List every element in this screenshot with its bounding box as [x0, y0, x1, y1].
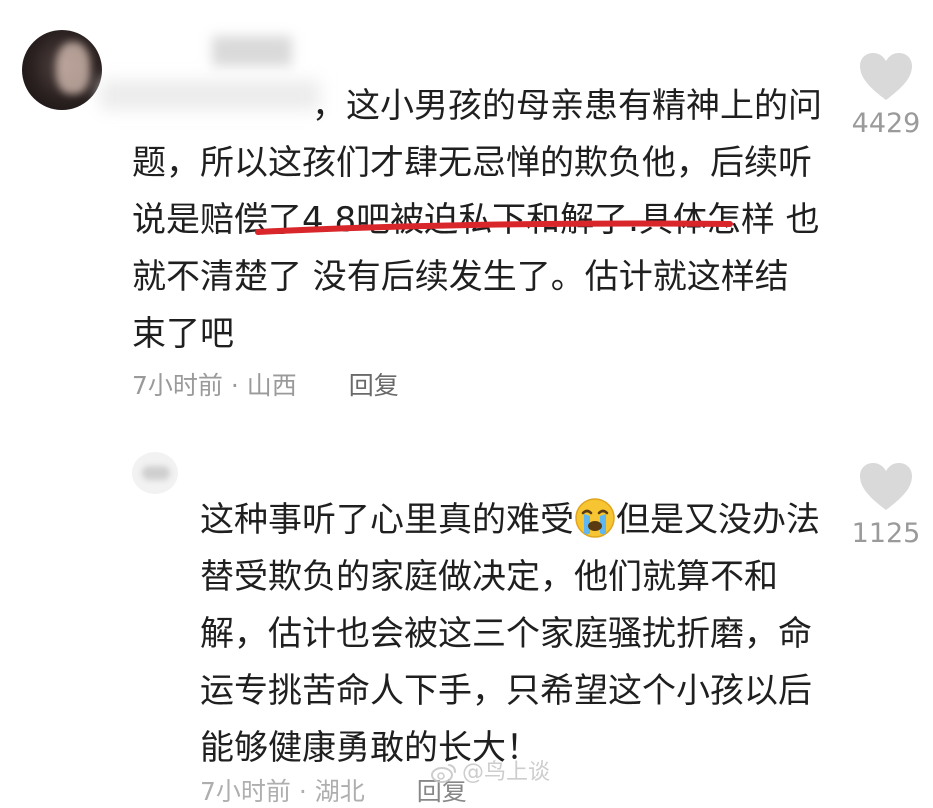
comment-text: 这种事听了心里真的难受 但是又没办法替受欺负的家庭做决定，他们就算不和解，估计也…	[200, 492, 830, 777]
crying-face-emoji-icon	[575, 498, 615, 538]
avatar[interactable]	[132, 452, 178, 494]
heart-icon[interactable]	[858, 462, 914, 512]
comment-location: 湖北	[314, 777, 365, 806]
username-blurred[interactable]	[212, 36, 292, 66]
like-count: 1125	[851, 518, 921, 549]
comment-text-part-2: 但是又没办法替受欺负的家庭做决定，他们就算不和解，估计也会被这三个家庭骚扰折磨，…	[200, 500, 820, 768]
like-count: 4429	[851, 108, 921, 139]
reply-button[interactable]: 回复	[349, 371, 399, 400]
comment-card-2: 这种事听了心里真的难受 但是又没办法替受欺负的家庭做决定，他们就算不和解，估计也…	[0, 440, 933, 806]
watermark-text: @鸟上谈	[462, 760, 551, 785]
like-button[interactable]: 4429	[846, 52, 926, 139]
red-underline-annotation	[255, 220, 733, 235]
avatar[interactable]	[22, 30, 102, 110]
meta-separator: ·	[230, 371, 239, 400]
comment-text-part-1: 这种事听了心里真的难受	[200, 500, 574, 540]
meta-separator: ·	[298, 777, 307, 806]
comment-location: 山西	[246, 371, 297, 400]
comment-meta: 7小时前 · 湖北 回复	[200, 772, 467, 808]
like-button[interactable]: 1125	[846, 462, 926, 549]
watermark: @鸟上谈	[430, 754, 550, 786]
username-blurred[interactable]	[230, 448, 370, 476]
comment-time: 7小时前	[200, 777, 291, 806]
comment-time: 7小时前	[132, 371, 223, 400]
comment-card-1: ，这小男孩的母亲患有精神上的问题，所以这孩们才肆无忌惮的欺负他，后续听说是赔偿了…	[0, 0, 933, 430]
weibo-logo-icon	[431, 764, 456, 783]
comment-meta: 7小时前 · 山西 回复	[132, 366, 399, 402]
heart-icon[interactable]	[858, 52, 914, 102]
